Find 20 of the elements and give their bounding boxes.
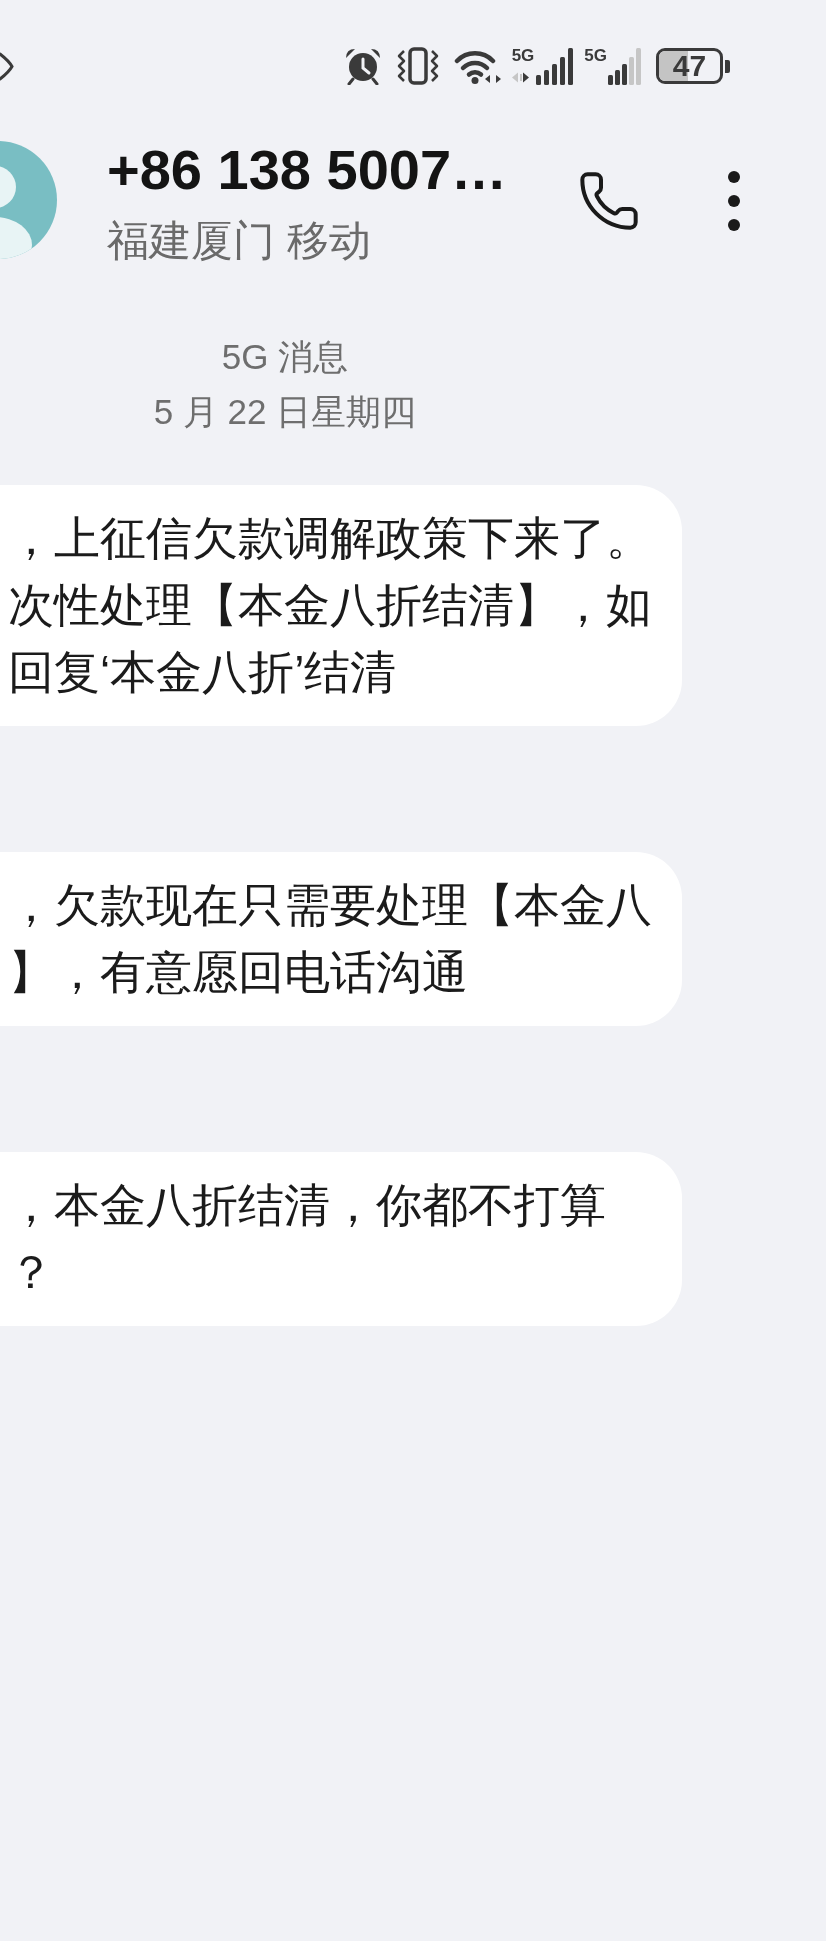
vibrate-icon — [396, 47, 439, 85]
message-channel-label: 5G 消息 — [221, 336, 349, 378]
more-icon — [727, 171, 741, 231]
message-text: ，上征信欠款调解政策下来了。 次性处理【本金八折结清】，如 回复‘本金八折’结清 — [8, 511, 652, 700]
message-text: ，欠款现在只需要处理【本金八 】，有意愿回电话沟通 — [8, 878, 652, 1000]
signal-bars-icon — [608, 48, 641, 85]
eye-icon — [0, 51, 14, 81]
message-date: 5 月 22 日星期四 — [153, 391, 417, 433]
contact-location: 福建厦门 移动 — [107, 216, 372, 266]
network-type-label: 5G — [584, 47, 607, 64]
network-type-label: 5G — [511, 47, 535, 64]
more-button[interactable] — [727, 171, 741, 231]
battery-indicator: 47 — [656, 47, 731, 85]
contact-title: +86 138 5007… — [107, 138, 509, 202]
call-button[interactable] — [577, 170, 641, 232]
data-activity-icon — [511, 72, 529, 83]
message-text: ，本金八折结清，你都不打算 ？ — [8, 1178, 607, 1300]
phone-icon — [577, 169, 641, 233]
alarm-clock-icon — [343, 47, 382, 85]
signal-bars-icon — [536, 48, 574, 85]
